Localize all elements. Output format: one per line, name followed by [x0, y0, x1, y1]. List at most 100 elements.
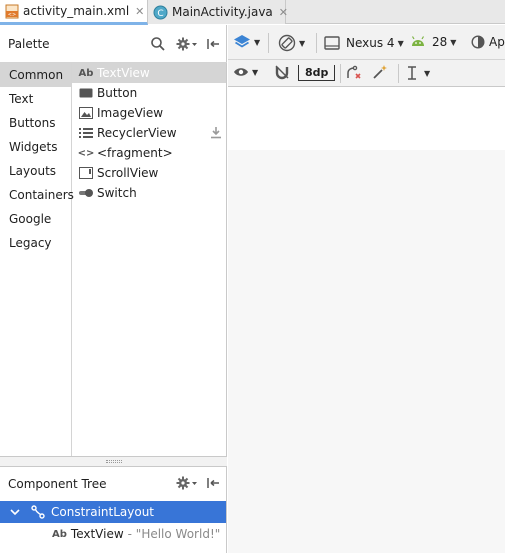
tab-main-activity-java[interactable]: C MainActivity.java ✕ [148, 0, 288, 24]
chevron-down-icon: ▼ [424, 68, 431, 78]
rotate-screen-icon [278, 34, 296, 52]
editor-tab-bar: <> activity_main.xml ✕ C MainActivity.ja… [0, 0, 505, 25]
download-icon[interactable] [210, 126, 222, 139]
search-icon[interactable] [150, 36, 166, 52]
scrollview-icon [78, 166, 94, 180]
infer-constraints-button[interactable] [372, 64, 388, 80]
widget-imageview[interactable]: ImageView [72, 103, 226, 123]
category-containers[interactable]: Containers [0, 183, 74, 207]
widget-button[interactable]: Button [72, 83, 226, 103]
close-icon[interactable]: ✕ [135, 5, 144, 18]
svg-text:<>: <> [8, 12, 16, 18]
chevron-down-icon[interactable] [9, 507, 21, 517]
splitter-grip-icon[interactable] [106, 460, 122, 463]
category-common[interactable]: Common [0, 63, 71, 87]
toolbar-divider [316, 33, 317, 53]
fragment-icon: <> [77, 147, 95, 159]
tree-node-constraintlayout[interactable]: ConstraintLayout [0, 501, 226, 523]
widget-label: Button [97, 86, 138, 100]
category-buttons[interactable]: Buttons [0, 111, 71, 135]
theme-name: Ap [489, 35, 505, 49]
text-baseline-icon [406, 65, 418, 81]
palette-header: Palette [0, 25, 227, 63]
recyclerview-icon [78, 126, 94, 140]
component-tree-title: Component Tree [8, 477, 107, 491]
chevron-down-icon: ▼ [450, 37, 457, 47]
chevron-down-icon: ▼ [252, 67, 259, 77]
textview-icon: Ab [52, 528, 67, 540]
widget-label: ScrollView [97, 166, 159, 180]
orientation-button[interactable]: ▼ [278, 34, 305, 52]
category-text[interactable]: Text [0, 87, 71, 111]
tab-label: MainActivity.java [172, 5, 273, 19]
clear-constraints-icon [346, 64, 362, 80]
autoconnect-toggle[interactable] [274, 64, 290, 80]
device-selector[interactable]: Nexus 4 ▼ [324, 35, 404, 51]
java-class-icon: C [153, 5, 168, 20]
widget-scrollview[interactable]: ScrollView [72, 163, 226, 183]
palette-title: Palette [8, 37, 50, 51]
device-name: Nexus 4 [346, 36, 395, 50]
panel-splitter[interactable] [0, 456, 227, 466]
widget-label: <fragment> [97, 146, 173, 160]
magnet-off-icon [274, 64, 290, 80]
tab-label: activity_main.xml [23, 4, 130, 18]
theme-selector[interactable]: Ap [471, 35, 505, 49]
tree-node-textview[interactable]: Ab TextView - "Hello World!" [0, 523, 226, 545]
eye-icon [233, 65, 249, 79]
toolbar-divider [268, 33, 269, 53]
widget-textview[interactable]: Ab TextView [72, 63, 226, 83]
gear-icon[interactable] [176, 36, 198, 52]
xml-file-icon: <> [5, 4, 19, 19]
widget-label: Switch [97, 186, 137, 200]
svg-text:C: C [157, 9, 163, 19]
palette-widget-list: Ab TextView Button ImageView RecyclerVie… [72, 63, 226, 464]
switch-icon [78, 186, 94, 200]
textview-icon: Ab [78, 67, 94, 79]
palette-categories: Common Text Buttons Widgets Layouts Cont… [0, 63, 74, 464]
phone-icon [324, 35, 340, 51]
design-toolbar-bottom: ▼ 8dp ▼ [228, 60, 505, 87]
tree-node-detail: - "Hello World!" [127, 527, 221, 541]
theme-icon [471, 35, 485, 49]
design-canvas[interactable] [228, 88, 505, 553]
widget-label: ImageView [97, 106, 164, 120]
component-tree-panel: Component Tree ConstraintLayout Ab TextV… [0, 466, 227, 553]
view-options-button[interactable]: ▼ [233, 65, 258, 79]
widget-switch[interactable]: Switch [72, 183, 226, 203]
design-surface-button[interactable]: ▼ [233, 34, 260, 50]
tab-activity-main-xml[interactable]: <> activity_main.xml ✕ [0, 0, 148, 25]
widget-fragment[interactable]: <> <fragment> [72, 143, 226, 163]
toolbar-divider [340, 64, 341, 83]
tree-node-label: ConstraintLayout [51, 505, 155, 519]
api-level: 28 [432, 35, 448, 49]
api-level-selector[interactable]: 28 ▼ [410, 35, 456, 49]
category-layouts[interactable]: Layouts [0, 159, 71, 183]
toolbar-divider [398, 64, 399, 83]
gear-icon[interactable] [176, 475, 198, 491]
close-icon[interactable]: ✕ [279, 6, 288, 19]
magic-wand-icon [372, 64, 388, 80]
category-widgets[interactable]: Widgets [0, 135, 71, 159]
default-margin-value: 8dp [298, 65, 336, 81]
palette-panel: Palette Common Text Buttons Widgets Layo… [0, 25, 227, 466]
canvas-top-area [228, 88, 505, 150]
layers-icon [233, 34, 251, 50]
default-margin-button[interactable]: 8dp [298, 64, 336, 82]
design-toolbar-top: ▼ ▼ Nexus 4 ▼ 28 ▼ Ap [228, 25, 505, 60]
chevron-down-icon: ▼ [299, 38, 306, 48]
widget-recyclerview[interactable]: RecyclerView [72, 123, 226, 143]
imageview-icon [78, 106, 94, 120]
widget-label: RecyclerView [97, 126, 177, 140]
category-legacy[interactable]: Legacy [0, 231, 71, 255]
hide-panel-icon[interactable] [205, 36, 221, 52]
category-google[interactable]: Google [0, 207, 71, 231]
chevron-down-icon: ▼ [254, 37, 261, 47]
android-icon [410, 36, 426, 48]
hide-panel-icon[interactable] [205, 475, 221, 491]
chevron-down-icon: ▼ [397, 38, 404, 48]
guidelines-button[interactable]: ▼ [406, 65, 430, 81]
tree-node-label: TextView [70, 527, 124, 541]
widget-label: TextView [97, 66, 150, 80]
clear-constraints-button[interactable] [346, 64, 362, 80]
